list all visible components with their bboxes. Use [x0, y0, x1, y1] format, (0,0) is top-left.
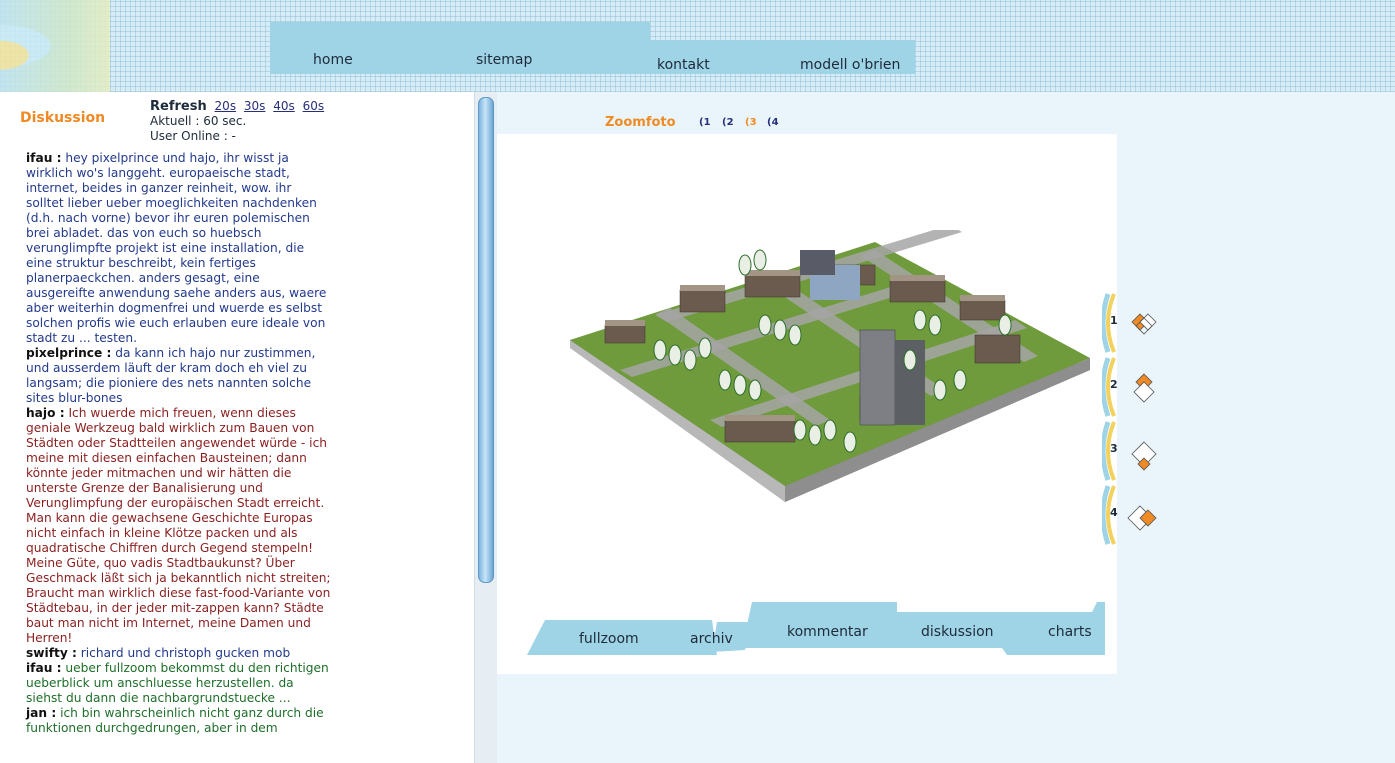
chat-text: ich bin wahrscheinlich nicht ganz durch … [26, 706, 324, 735]
chat-author: ifau : [26, 151, 62, 165]
refresh-box: Refresh 20s 30s 40s 60s Aktuell : 60 sec… [150, 99, 324, 144]
tab-archiv[interactable]: archiv [690, 631, 733, 647]
chat-author: hajo : [26, 406, 65, 420]
tab-charts[interactable]: charts [1048, 624, 1092, 640]
chat-message: swifty : richard und christoph gucken mo… [26, 646, 332, 661]
chat-scrollbar-thumb[interactable] [478, 97, 494, 583]
chat-message: jan : ich bin wahrscheinlich nicht ganz … [26, 706, 332, 736]
users-online: User Online : - [150, 129, 236, 143]
side-view-button-3[interactable]: 3 [1100, 420, 1172, 482]
zoom-link-4[interactable]: (4 [767, 117, 779, 128]
refresh-20s[interactable]: 20s [215, 99, 237, 113]
zoom-link-2[interactable]: (2 [722, 117, 734, 128]
chat-message: ifau : hey pixelprince und hajo, ihr wis… [26, 151, 332, 346]
zoom-link-3[interactable]: (3 [745, 117, 757, 128]
chat-text: hey pixelprince und hajo, ihr wisst ja w… [26, 151, 327, 345]
refresh-label: Refresh [150, 99, 207, 114]
tab-fullzoom[interactable]: fullzoom [579, 631, 639, 647]
zoom-link-1[interactable]: (1 [699, 117, 711, 128]
nav-sitemap[interactable]: sitemap [476, 52, 532, 68]
side-view-number: 2 [1110, 378, 1118, 391]
side-view-button-4[interactable]: 4 [1100, 484, 1172, 546]
site-logo [0, 0, 110, 92]
tab-diskussion[interactable]: diskussion [921, 624, 994, 640]
chat-text: Ich wuerde mich freuen, wenn dieses geni… [26, 406, 331, 645]
chat-author: ifau : [26, 661, 62, 675]
chat-author: swifty : [26, 646, 77, 660]
photo-tab-bar: fullzoom archiv kommentar diskussion cha… [497, 590, 1117, 660]
refresh-current: Aktuell : 60 sec. [150, 114, 247, 128]
nav-modell-obrien[interactable]: modell o'brien [800, 57, 900, 73]
chat-log: ifau : hey pixelprince und hajo, ihr wis… [26, 151, 332, 736]
chat-author: jan : [26, 706, 57, 720]
nav-home[interactable]: home [313, 52, 353, 68]
header-banner: home sitemap kontakt modell o'brien [0, 0, 1395, 92]
side-view-number: 4 [1110, 506, 1118, 519]
chat-text: richard und christoph gucken mob [80, 646, 291, 660]
refresh-60s[interactable]: 60s [303, 99, 325, 113]
refresh-40s[interactable]: 40s [273, 99, 295, 113]
nav-kontakt[interactable]: kontakt [657, 57, 710, 73]
zoomfoto-title: Zoomfoto [605, 115, 676, 130]
chat-text: ueber fullzoom bekommst du den richtigen… [26, 661, 329, 705]
chat-message: pixelprince : da kann ich hajo nur zusti… [26, 346, 332, 406]
side-view-number: 1 [1110, 314, 1118, 327]
chat-message: ifau : ueber fullzoom bekommst du den ri… [26, 661, 332, 706]
discussion-title: Diskussion [20, 110, 106, 126]
chat-message: hajo : Ich wuerde mich freuen, wenn dies… [26, 406, 332, 646]
city-model-image [570, 230, 1090, 502]
tab-kommentar[interactable]: kommentar [787, 624, 868, 640]
refresh-30s[interactable]: 30s [244, 99, 266, 113]
chat-author: pixelprince : [26, 346, 112, 360]
side-view-button-1[interactable]: 1 [1100, 292, 1172, 354]
side-view-button-2[interactable]: 2 [1100, 356, 1172, 418]
side-view-number: 3 [1110, 442, 1118, 455]
